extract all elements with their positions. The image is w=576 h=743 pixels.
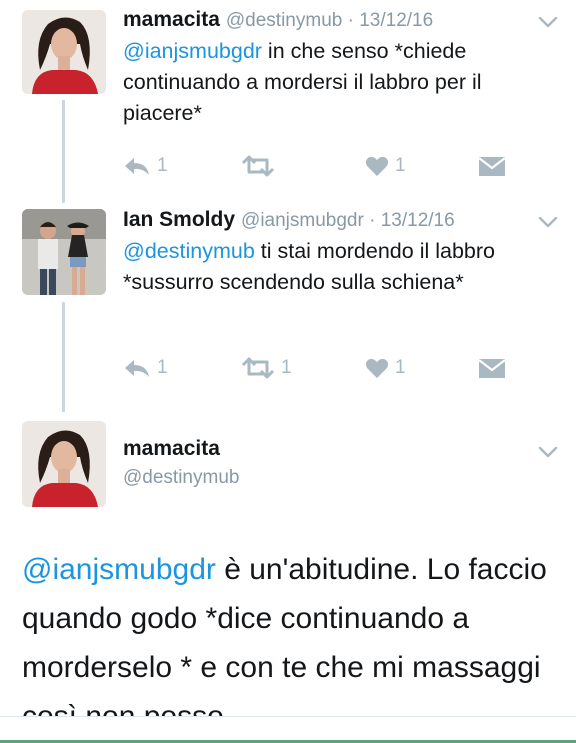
reply-button[interactable]: 1 xyxy=(123,353,168,383)
tweet-header: Ian Smoldy @ianjsmubgdr · 13/12/16 xyxy=(123,208,455,231)
like-button[interactable]: 1 xyxy=(365,353,406,383)
tweet-actions: 1 1 xyxy=(123,151,523,181)
direct-message-icon xyxy=(478,157,506,176)
avatar-image xyxy=(22,10,106,94)
like-icon xyxy=(365,156,389,176)
tweet-text: @ianjsmubgdr in che senso *chiede contin… xyxy=(123,36,543,129)
like-icon xyxy=(365,358,389,378)
handle[interactable]: @ianjsmubgdr xyxy=(241,210,364,231)
avatar[interactable] xyxy=(22,10,106,94)
handle[interactable]: @destinymub xyxy=(123,467,239,489)
tweet-actions: 1 1 1 xyxy=(123,353,523,383)
like-count: 1 xyxy=(395,357,406,378)
direct-message-button[interactable] xyxy=(478,353,506,383)
tweet-header: mamacita @destinymub · 13/12/16 xyxy=(123,8,434,31)
retweet-count: 1 xyxy=(281,357,292,378)
thread-line xyxy=(62,100,65,203)
avatar-image xyxy=(22,209,106,295)
chevron-down-icon[interactable] xyxy=(537,14,559,30)
mention-link[interactable]: @destinymub xyxy=(123,239,255,263)
retweet-button[interactable] xyxy=(241,151,281,181)
reply-count: 1 xyxy=(157,155,168,176)
retweet-button[interactable]: 1 xyxy=(241,353,292,383)
like-count: 1 xyxy=(395,155,406,176)
reply-count: 1 xyxy=(157,357,168,378)
bottom-bar xyxy=(0,716,576,743)
timestamp[interactable]: 13/12/16 xyxy=(359,10,433,31)
tweet-text: @ianjsmubgdr è un'abitudine. Lo faccio q… xyxy=(22,545,562,741)
direct-message-icon xyxy=(478,359,506,378)
display-name[interactable]: mamacita xyxy=(123,8,220,31)
avatar[interactable] xyxy=(22,209,106,295)
like-button[interactable]: 1 xyxy=(365,151,406,181)
display-name[interactable]: mamacita xyxy=(123,437,220,461)
avatar-image xyxy=(22,421,106,507)
handle[interactable]: @destinymub xyxy=(226,10,342,31)
reply-icon xyxy=(125,360,149,377)
display-name[interactable]: Ian Smoldy xyxy=(123,208,235,231)
timestamp[interactable]: 13/12/16 xyxy=(381,210,455,231)
thread-line xyxy=(62,302,65,412)
mention-link[interactable]: @ianjsmubgdr xyxy=(123,39,262,63)
direct-message-button[interactable] xyxy=(478,151,506,181)
retweet-icon xyxy=(241,357,275,379)
tweet-text: @destinymub ti stai mordendo il labbro *… xyxy=(123,236,543,298)
reply-button[interactable]: 1 xyxy=(123,151,168,181)
mention-link[interactable]: @ianjsmubgdr xyxy=(22,553,216,586)
avatar[interactable] xyxy=(22,421,106,507)
chevron-down-icon[interactable] xyxy=(537,214,559,230)
chevron-down-icon[interactable] xyxy=(537,444,559,460)
retweet-icon xyxy=(241,155,275,177)
reply-icon xyxy=(125,158,149,175)
